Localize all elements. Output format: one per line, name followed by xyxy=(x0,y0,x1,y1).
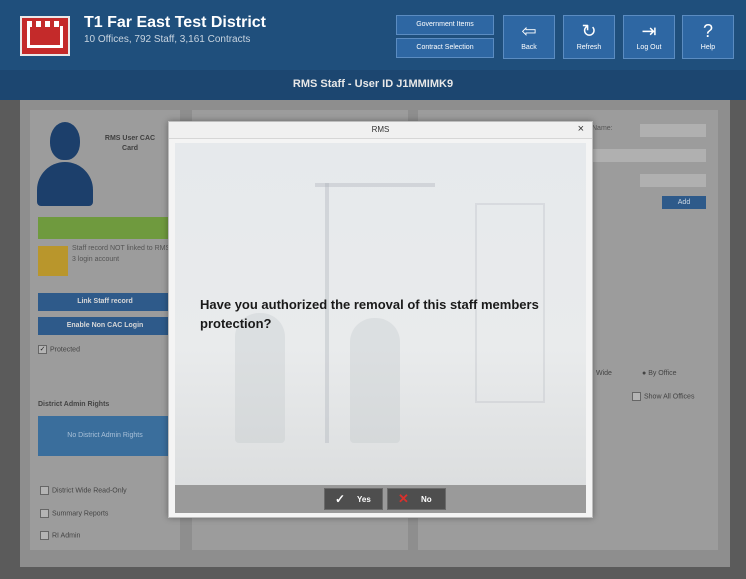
wide-radio-label[interactable]: Wide xyxy=(596,370,612,377)
admin-rights-box[interactable]: No District Admin Rights xyxy=(38,416,172,456)
option-ri-admin[interactable]: RI Admin xyxy=(40,531,80,540)
dialog-message: Have you authorized the removal of this … xyxy=(200,297,539,331)
protected-label: Protected xyxy=(50,346,80,354)
help-button[interactable]: ? Help xyxy=(682,15,734,59)
contract-selection-button[interactable]: Contract Selection xyxy=(396,38,494,58)
radio-selected-icon: ● xyxy=(642,370,647,377)
refresh-icon: ↻ xyxy=(581,21,597,41)
dialog-titlebar: RMS × xyxy=(169,122,592,139)
add-button[interactable]: Add xyxy=(662,196,706,209)
no-label: No xyxy=(421,495,432,504)
no-button[interactable]: ✕ No xyxy=(387,488,446,510)
help-label: Help xyxy=(700,44,716,51)
dialog-footer: ✓ Yes ✕ No xyxy=(175,485,586,513)
government-items-button[interactable]: Government Items xyxy=(396,15,494,35)
checkmark-icon: ✓ xyxy=(335,492,346,506)
yes-button[interactable]: ✓ Yes xyxy=(324,488,383,510)
close-icon[interactable]: × xyxy=(578,123,584,135)
castle-icon xyxy=(27,21,63,48)
short-input[interactable] xyxy=(640,174,706,187)
show-all-offices-checkbox[interactable]: Show All Offices xyxy=(632,392,694,401)
checkbox-icon xyxy=(40,486,49,495)
district-subtitle: 10 Offices, 792 Staff, 3,161 Contracts xyxy=(84,34,251,45)
option-district-wide-read-only[interactable]: District Wide Read-Only xyxy=(40,486,127,495)
by-office-radio[interactable]: ● By Office xyxy=(642,370,676,377)
link-staff-record-button[interactable]: Link Staff record xyxy=(38,293,172,311)
logout-icon: ⇥ xyxy=(641,21,657,41)
district-title: T1 Far East Test District xyxy=(84,14,266,31)
checkbox-icon xyxy=(632,392,641,401)
warning-indicator xyxy=(38,246,68,276)
logout-label: Log Out xyxy=(636,44,662,51)
name-label: Name: xyxy=(592,125,613,132)
checkbox-icon xyxy=(40,509,49,518)
name-input[interactable] xyxy=(640,124,706,137)
dialog-body: Have you authorized the removal of this … xyxy=(175,143,586,485)
header-small-buttons: Government Items Contract Selection xyxy=(396,15,494,61)
refresh-button[interactable]: ↻ Refresh xyxy=(563,15,615,59)
protected-checkbox[interactable]: ✓ Protected xyxy=(38,345,80,354)
text-input[interactable] xyxy=(592,149,706,162)
option-summary-reports[interactable]: Summary Reports xyxy=(40,509,108,518)
confirm-dialog: RMS × Have you authorized the removal of… xyxy=(168,121,593,518)
back-arrow-icon: ⇦ xyxy=(521,21,537,41)
app-window: T1 Far East Test District 10 Offices, 79… xyxy=(0,0,746,579)
user-avatar-icon xyxy=(37,122,93,208)
logout-button[interactable]: ⇥ Log Out xyxy=(623,15,675,59)
page-title: RMS Staff - User ID J1MMIMK9 xyxy=(292,78,454,90)
page-title-bar: RMS Staff - User ID J1MMIMK9 xyxy=(0,70,746,100)
help-icon: ? xyxy=(702,21,713,41)
x-icon: ✕ xyxy=(398,491,409,506)
enable-non-cac-login-button[interactable]: Enable Non CAC Login xyxy=(38,317,172,335)
not-linked-text: Staff record NOT linked to RMS 3 login a… xyxy=(72,245,171,263)
usace-logo xyxy=(20,16,70,56)
background-photo-person xyxy=(350,318,400,443)
status-bar xyxy=(38,217,172,239)
refresh-label: Refresh xyxy=(576,44,602,51)
cac-card-label: RMS User CAC Card xyxy=(104,135,156,152)
dialog-title: RMS xyxy=(371,125,390,134)
back-label: Back xyxy=(521,44,537,51)
admin-rights-heading: District Admin Rights xyxy=(38,401,110,408)
header-bar: T1 Far East Test District 10 Offices, 79… xyxy=(0,0,746,70)
yes-label: Yes xyxy=(357,495,371,504)
back-button[interactable]: ⇦ Back xyxy=(503,15,555,59)
checkbox-checked-icon: ✓ xyxy=(38,345,47,354)
background-photo-crane xyxy=(315,183,435,187)
checkbox-icon xyxy=(40,531,49,540)
